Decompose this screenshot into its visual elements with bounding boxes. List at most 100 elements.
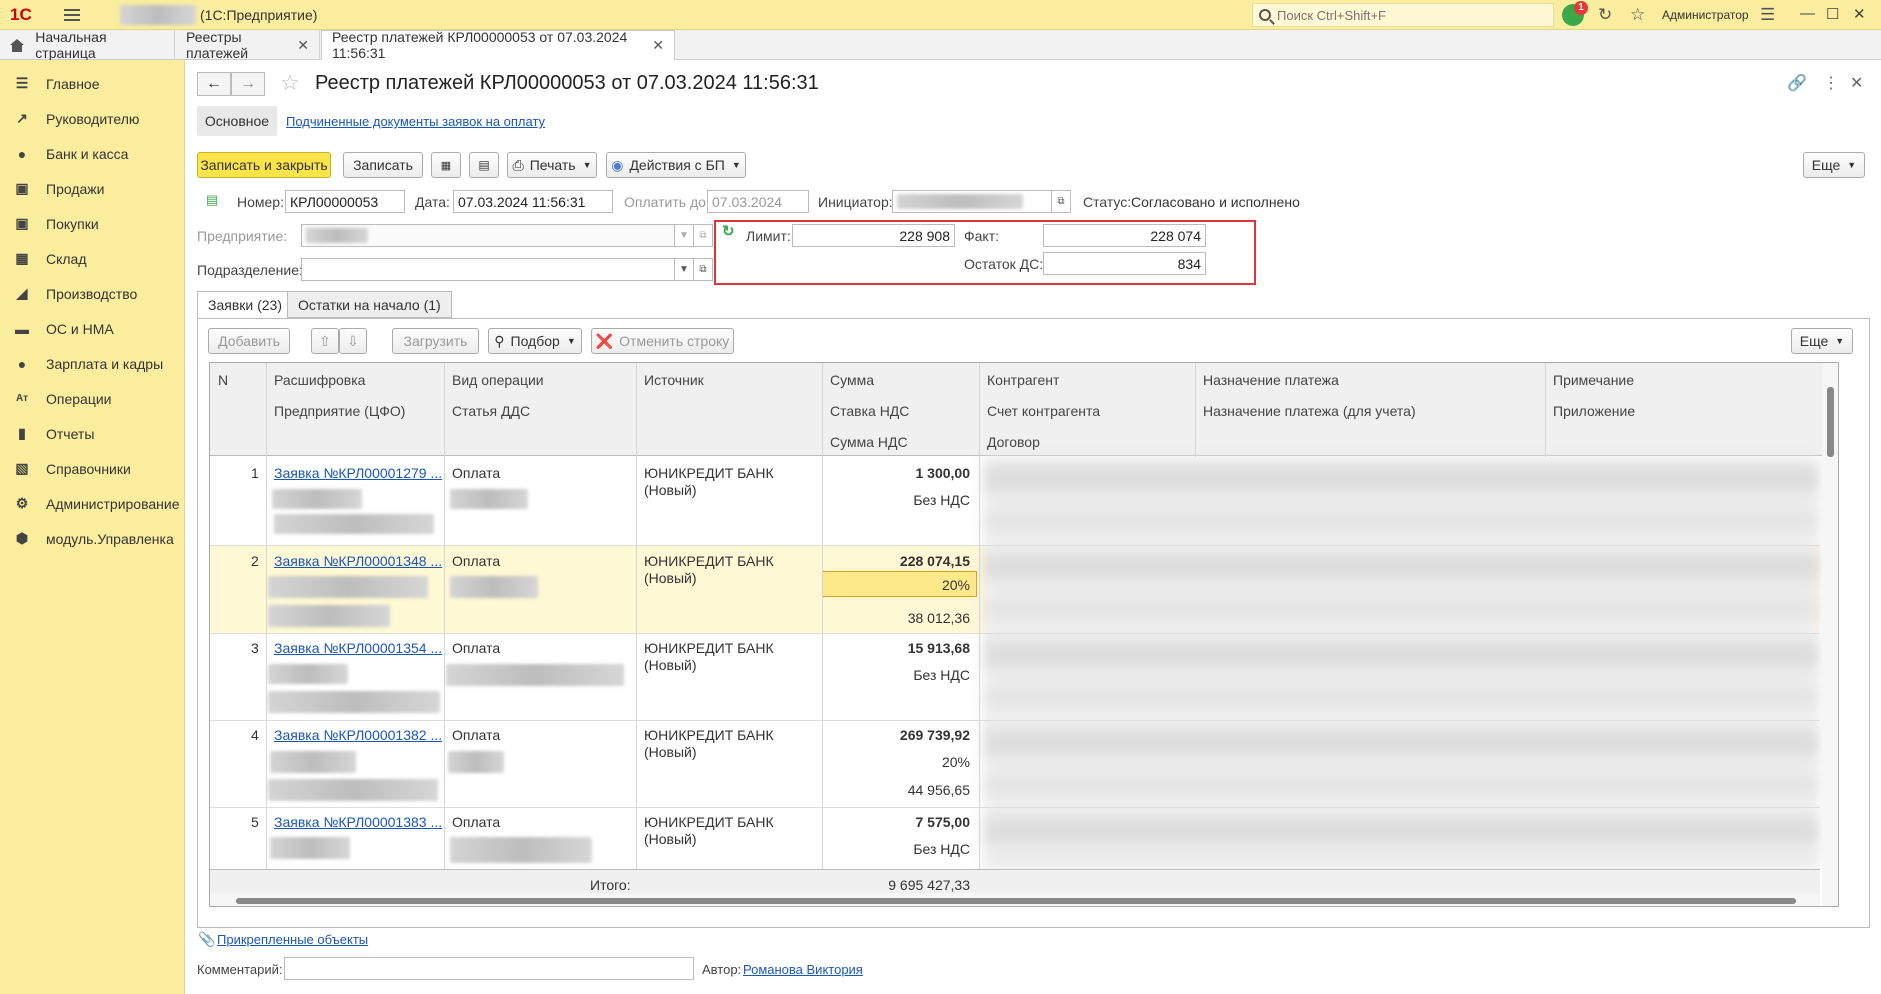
- initiator-field[interactable]: [892, 190, 1052, 213]
- sidebar-item-sales[interactable]: ▣ Продажи: [0, 171, 184, 206]
- close-window-icon[interactable]: ✕: [1853, 5, 1866, 23]
- more-button[interactable]: Еще ▼: [1803, 152, 1865, 178]
- subtab-main[interactable]: Основное: [197, 106, 277, 136]
- back-button[interactable]: ←: [197, 72, 231, 96]
- maximize-icon[interactable]: ☐: [1826, 5, 1839, 23]
- department-field[interactable]: [301, 258, 675, 281]
- subordinate-docs-link[interactable]: Подчиненные документы заявок на оплату: [286, 114, 545, 129]
- col-contract[interactable]: Договор: [987, 434, 1040, 450]
- add-button[interactable]: Добавить: [208, 328, 290, 354]
- load-button[interactable]: Загрузить: [392, 328, 479, 354]
- col-vat-sum[interactable]: Сумма НДС: [830, 434, 908, 450]
- pay-until-field[interactable]: 07.03.2024: [707, 190, 809, 213]
- col-op-type[interactable]: Вид операции: [452, 372, 544, 388]
- refresh-icon[interactable]: ↻: [722, 222, 735, 240]
- date-field[interactable]: 07.03.2024 11:56:31: [453, 190, 613, 213]
- sidebar-item-bank[interactable]: ● Банк и касса: [0, 136, 184, 171]
- limit-field[interactable]: 228 908: [792, 224, 955, 247]
- move-down-button[interactable]: ⇩: [339, 328, 367, 354]
- post-icon-button[interactable]: ▦: [431, 152, 461, 178]
- cancel-row-label: Отменить строку: [619, 333, 730, 349]
- row-2-request-link[interactable]: Заявка №КРЛ00001348 ...: [274, 553, 442, 569]
- select-button[interactable]: ⚲ Подбор ▼: [488, 328, 582, 354]
- sidebar-item-assets[interactable]: ▬ ОС и НМА: [0, 311, 184, 346]
- row-3-request-link[interactable]: Заявка №КРЛ00001354 ...: [274, 640, 442, 656]
- sidebar-item-purchases[interactable]: ▣ Покупки: [0, 206, 184, 241]
- vertical-scroll-thumb[interactable]: [1827, 387, 1834, 457]
- sidebar-item-warehouse[interactable]: ▦ Склад: [0, 241, 184, 276]
- col-sum[interactable]: Сумма: [830, 372, 874, 388]
- horizontal-scroll-thumb[interactable]: [236, 898, 1796, 904]
- tab-label: Начальная страница: [35, 29, 107, 61]
- close-icon[interactable]: ✕: [297, 37, 309, 54]
- table-more-button[interactable]: Еще ▼: [1791, 328, 1853, 354]
- tab-home[interactable]: Начальная страница: [0, 29, 175, 61]
- col-dds[interactable]: Статья ДДС: [452, 403, 530, 419]
- link-icon[interactable]: 🔗: [1787, 73, 1807, 93]
- sidebar-item-label: Банк и касса: [46, 145, 129, 162]
- col-source[interactable]: Источник: [644, 372, 704, 388]
- tab-registry-doc[interactable]: Реестр платежей КРЛ00000053 от 07.03.202…: [321, 29, 675, 61]
- col-purpose[interactable]: Назначение платежа: [1203, 372, 1339, 388]
- close-icon[interactable]: ✕: [652, 37, 664, 54]
- tab-requests[interactable]: Заявки (23): [197, 291, 293, 318]
- number-field[interactable]: КРЛ00000053: [285, 190, 405, 213]
- row-2-vat[interactable]: 20%: [830, 577, 970, 593]
- col-counterparty[interactable]: Контрагент: [987, 372, 1059, 388]
- report-icon-button[interactable]: ▤: [469, 152, 499, 178]
- col-decoding[interactable]: Расшифровка: [274, 372, 365, 388]
- enterprise-open-button[interactable]: ⧉: [693, 224, 713, 247]
- col-enterprise[interactable]: Предприятие (ЦФО): [274, 403, 405, 419]
- enterprise-dropdown-button[interactable]: ▼: [674, 224, 694, 247]
- row-5-request-link[interactable]: Заявка №КРЛ00001383 ...: [274, 814, 442, 830]
- sidebar-item-operations[interactable]: Ат Операции: [0, 381, 184, 416]
- close-icon[interactable]: ✕: [1850, 73, 1863, 93]
- sidebar-item-module[interactable]: ⬢ модуль.Управленка: [0, 521, 184, 556]
- move-up-button[interactable]: ⇧: [311, 328, 339, 354]
- col-n[interactable]: N: [218, 372, 228, 388]
- author-link[interactable]: Романова Виктория: [743, 962, 863, 977]
- print-button[interactable]: ⎙ Печать ▼: [507, 152, 597, 178]
- main-menu-icon[interactable]: [64, 8, 80, 21]
- sidebar-item-admin[interactable]: ⚙ Администрирование: [0, 486, 184, 521]
- save-close-button[interactable]: Записать и закрыть: [197, 152, 331, 178]
- col-purpose-acc[interactable]: Назначение платежа (для учета): [1203, 403, 1416, 419]
- row-4-request-link[interactable]: Заявка №КРЛ00001382 ...: [274, 727, 442, 743]
- tab-registries[interactable]: Реестры платежей ✕: [176, 29, 320, 61]
- row-5-n: 5: [251, 814, 259, 830]
- more-vertical-icon[interactable]: ⋮: [1823, 73, 1839, 93]
- favorite-star-icon[interactable]: ☆: [280, 70, 300, 96]
- fact-field[interactable]: 228 074: [1043, 224, 1206, 247]
- sidebar-item-reports[interactable]: ▮ Отчеты: [0, 416, 184, 451]
- col-cp-account[interactable]: Счет контрагента: [987, 403, 1100, 419]
- col-vat-rate[interactable]: Ставка НДС: [830, 403, 909, 419]
- remainder-field[interactable]: 834: [1043, 252, 1206, 275]
- sidebar-item-manager[interactable]: ↗ Руководителю: [0, 101, 184, 136]
- department-open-button[interactable]: ⧉: [693, 258, 713, 281]
- comment-field[interactable]: [284, 957, 694, 980]
- row-3-source: ЮНИКРЕДИТ БАНК: [644, 640, 774, 656]
- settings-menu-icon[interactable]: ☰: [1760, 5, 1775, 25]
- tab-opening-balances[interactable]: Остатки на начало (1): [287, 291, 452, 318]
- col-note[interactable]: Примечание: [1553, 372, 1634, 388]
- department-dropdown-button[interactable]: ▼: [674, 258, 694, 281]
- attached-objects-link[interactable]: Прикрепленные объекты: [217, 932, 368, 947]
- enterprise-field[interactable]: [301, 224, 675, 247]
- sidebar-item-production[interactable]: ◢ Производство: [0, 276, 184, 311]
- sidebar-item-main[interactable]: ☰ Главное: [0, 66, 184, 101]
- cancel-row-button[interactable]: ❌ Отменить строку: [591, 328, 734, 354]
- global-search[interactable]: [1252, 3, 1554, 27]
- history-icon[interactable]: ↻: [1598, 5, 1612, 25]
- col-attachment[interactable]: Приложение: [1553, 403, 1635, 419]
- sidebar-item-salary[interactable]: ● Зарплата и кадры: [0, 346, 184, 381]
- sidebar-item-catalogs[interactable]: ▧ Справочники: [0, 451, 184, 486]
- favorites-icon[interactable]: ☆: [1630, 5, 1645, 25]
- initiator-open-button[interactable]: ⧉: [1051, 190, 1071, 213]
- search-input[interactable]: [1277, 7, 1537, 23]
- minimize-icon[interactable]: —: [1800, 5, 1815, 22]
- user-name[interactable]: Администратор: [1662, 8, 1749, 22]
- row-1-request-link[interactable]: Заявка №КРЛ00001279 ...: [274, 465, 442, 481]
- save-button[interactable]: Записать: [343, 152, 423, 178]
- forward-button[interactable]: →: [231, 72, 265, 96]
- bp-actions-button[interactable]: ◉ Действия с БП ▼: [606, 152, 746, 178]
